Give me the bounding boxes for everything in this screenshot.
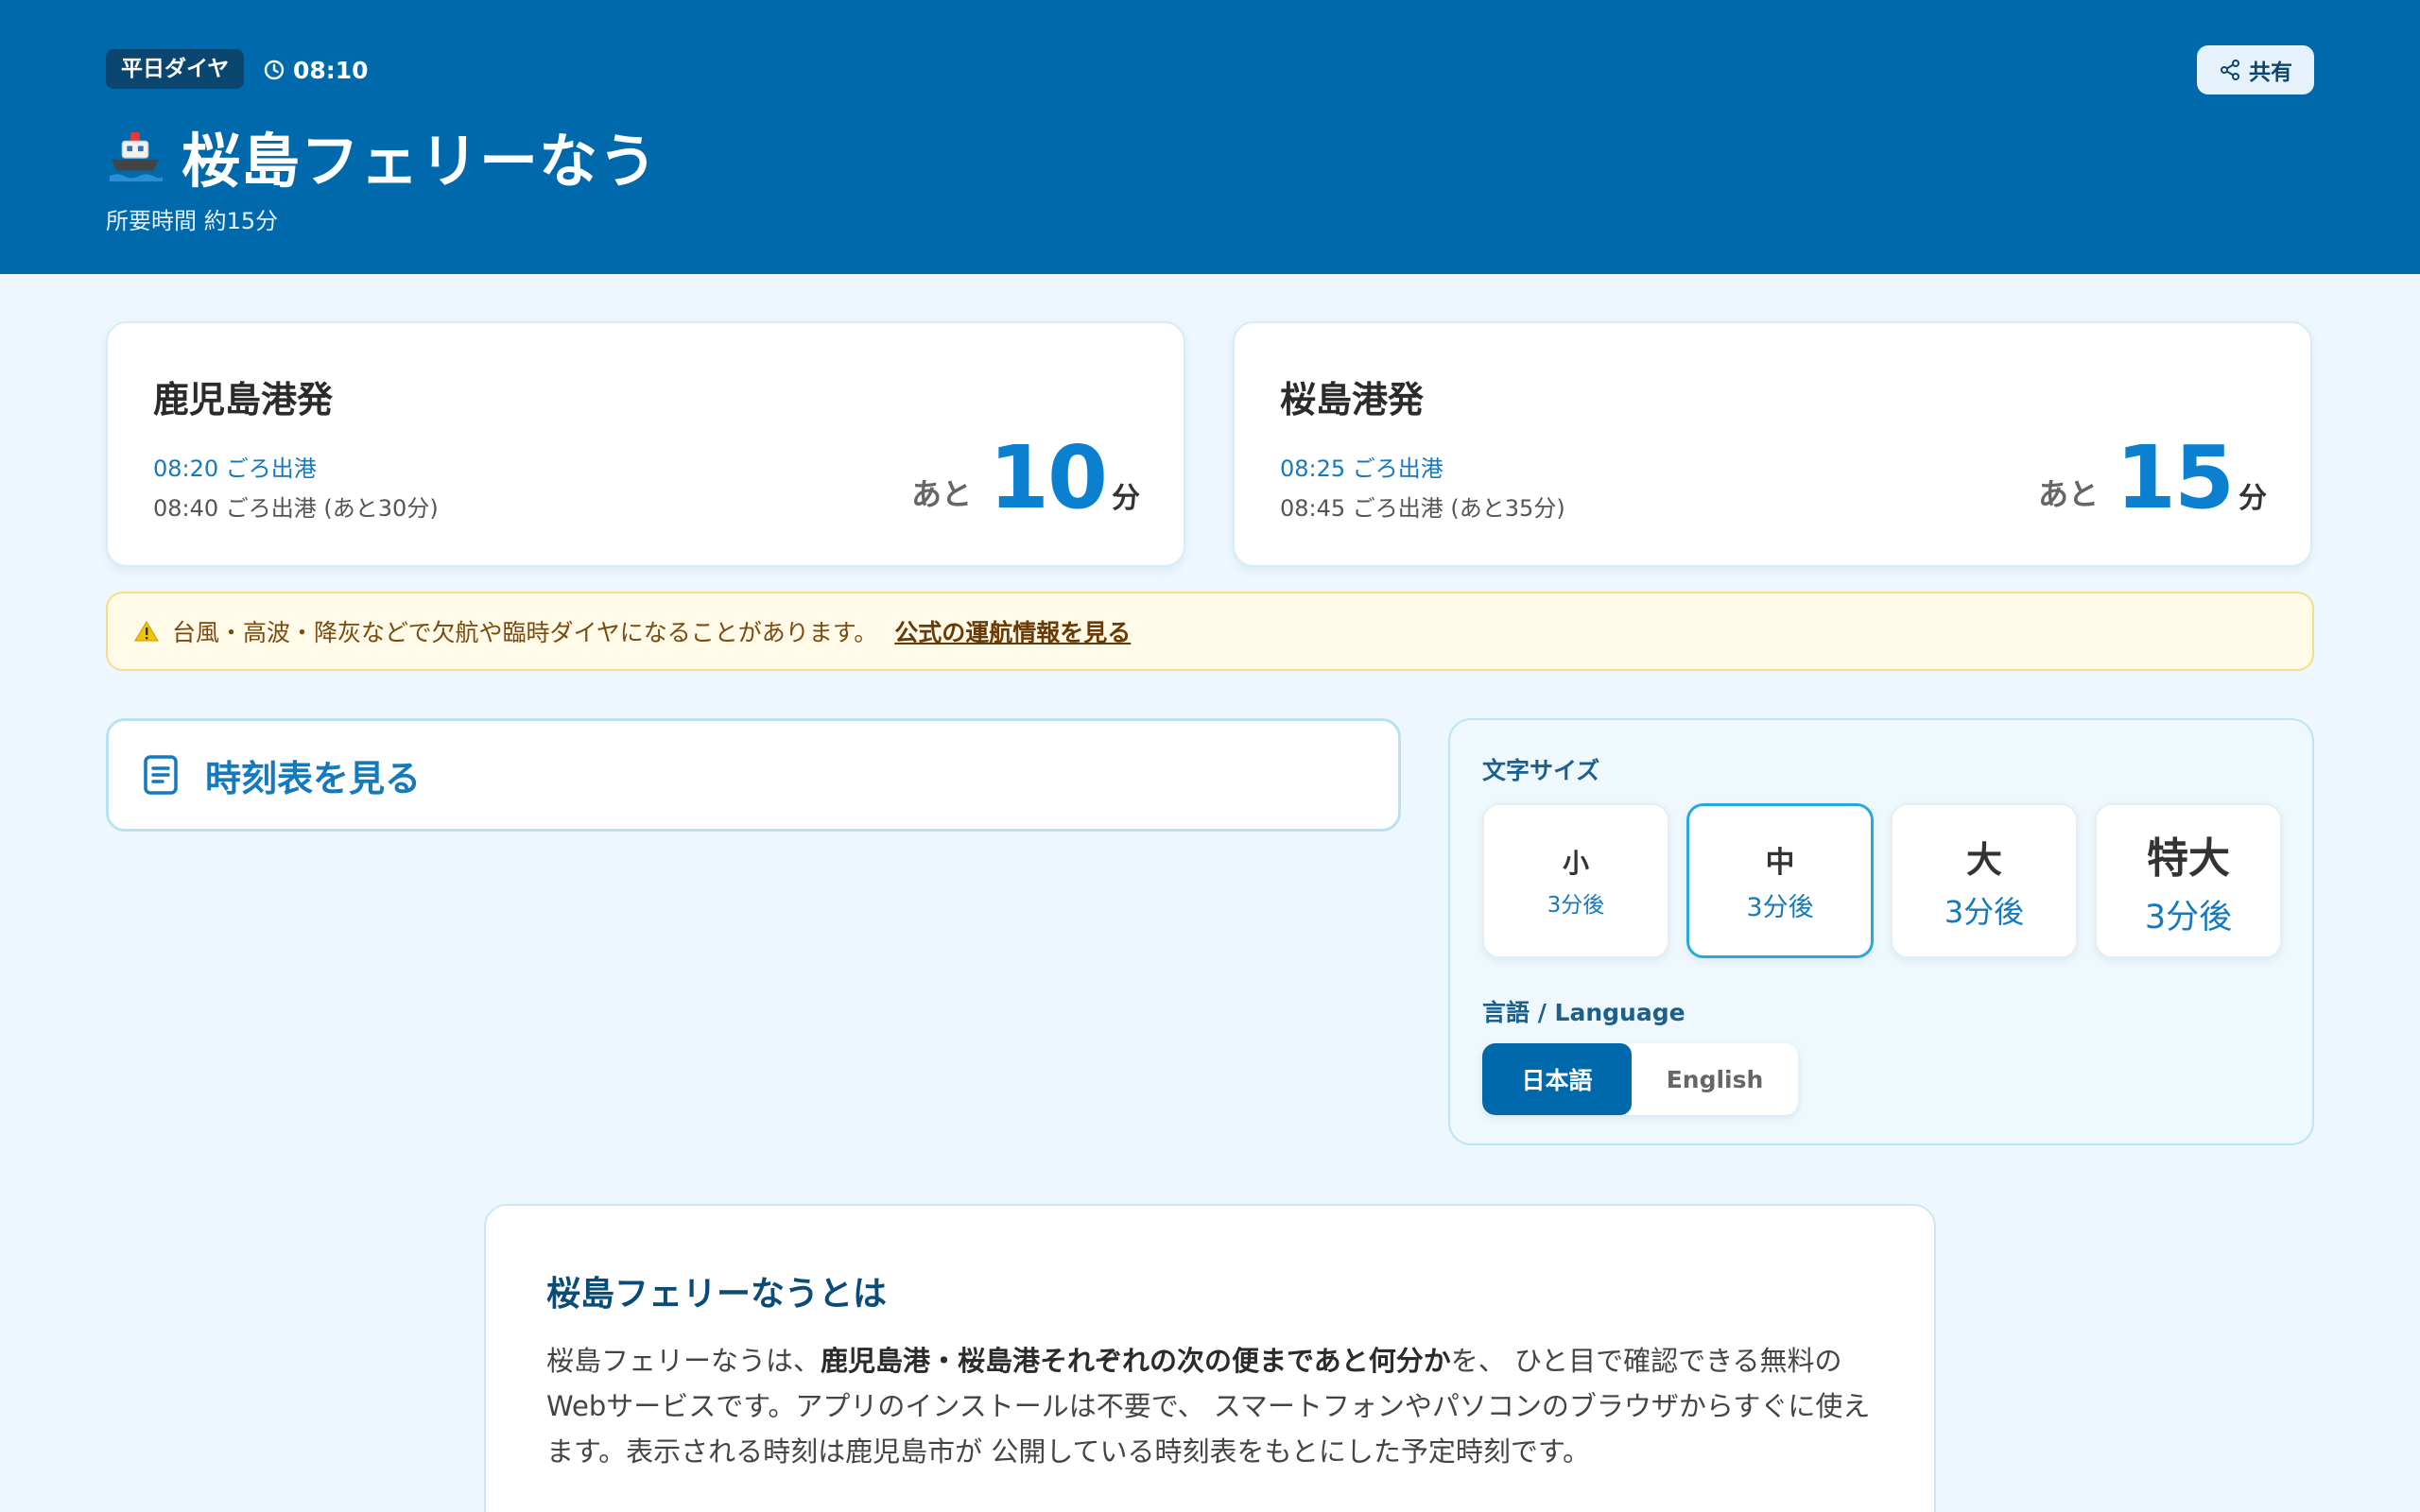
departure-card-sakurajima: 桜島港発 08:25 ごろ出港 08:45 ごろ出港 (あと35分) あと 15… [1233,321,2312,567]
font-size-sample: 3分後 [1944,893,2025,930]
document-icon [144,755,178,795]
clock-icon [264,60,285,80]
font-size-name: 小 [1562,848,1589,879]
share-label: 共有 [2249,60,2292,85]
timetable-button[interactable]: 時刻表を見る [106,718,1401,832]
font-size-name: 中 [1765,846,1795,880]
port-name: 桜島港発 [1280,379,1425,421]
timetable-label: 時刻表を見る [205,757,422,799]
following-departure: 08:40 ごろ出港 (あと30分) [153,495,439,522]
app-title: 桜島フェリーなう [182,127,659,196]
settings-panel: 文字サイズ 小 3分後 中 3分後 大 3分後 特大 3分後 言語 / Lang… [1448,718,2314,1145]
time-text: 08:10 [293,56,369,84]
language-label: 言語 / Language [1482,999,1685,1026]
warning-icon [134,621,159,642]
about-text-highlight: 鹿児島港・桜島港それぞれの次の便まであと何分か [821,1345,1451,1377]
font-size-sample: 3分後 [2144,898,2233,936]
schedule-badge: 平日ダイヤ [106,49,245,89]
font-size-xlarge-option[interactable]: 特大 3分後 [2095,803,2282,958]
countdown-unit: 分 [1112,482,1140,515]
countdown-prefix: あと [910,476,972,512]
font-size-sample: 3分後 [1746,893,1814,922]
countdown: あと 15 分 [2038,427,2267,522]
about-text-start: 桜島フェリーなうは、 [546,1345,821,1377]
app-header: 平日ダイヤ 08:10 桜島フェリーなう 所要時間 約15分 共有 [0,0,2420,274]
countdown-unit: 分 [2238,482,2267,515]
travel-duration: 所要時間 約15分 [106,208,279,234]
language-toggle: 日本語 English [1482,1043,1798,1115]
departure-card-kagoshima: 鹿児島港発 08:20 ごろ出港 08:40 ごろ出港 (あと30分) あと 1… [106,321,1185,567]
following-departure: 08:45 ごろ出港 (あと35分) [1280,495,1565,522]
share-icon [2221,60,2239,80]
about-text: 桜島フェリーなうは、鹿児島港・桜島港それぞれの次の便まであと何分かを、 ひと目で… [546,1338,1879,1474]
countdown-minutes: 10 [988,427,1108,528]
font-size-sample: 3分後 [1547,893,1605,918]
countdown-minutes: 15 [2115,427,2235,528]
page-title: 桜島フェリーなう [106,113,658,198]
ferry-icon [109,131,164,182]
share-button[interactable]: 共有 [2197,45,2314,94]
next-departure: 08:25 ごろ出港 [1280,455,1443,482]
font-size-medium-option[interactable]: 中 3分後 [1686,803,1874,958]
official-info-link[interactable]: 公式の運航情報を見る [894,614,1131,648]
font-size-large-option[interactable]: 大 3分後 [1891,803,2078,958]
about-section: 桜島フェリーなうとは 桜島フェリーなうは、鹿児島港・桜島港それぞれの次の便まであ… [484,1204,1936,1512]
font-size-name: 大 [1965,838,2002,881]
current-time: 08:10 [263,55,369,85]
font-size-small-option[interactable]: 小 3分後 [1482,803,1669,958]
countdown: あと 10 分 [911,427,1140,522]
language-english-option[interactable]: English [1632,1043,1798,1115]
countdown-prefix: あと [2037,476,2099,512]
about-title: 桜島フェリーなうとは [546,1275,888,1314]
next-departure: 08:20 ごろ出港 [153,455,317,482]
warning-text: 台風・高波・降灰などで欠航や臨時ダイヤになることがあります。 [172,619,878,646]
service-warning: 台風・高波・降灰などで欠航や臨時ダイヤになることがあります。 公式の運航情報を見… [106,592,2314,671]
font-size-name: 特大 [2147,833,2230,883]
port-name: 鹿児島港発 [153,379,334,421]
font-size-label: 文字サイズ [1482,757,1600,784]
language-japanese-option[interactable]: 日本語 [1482,1043,1632,1115]
